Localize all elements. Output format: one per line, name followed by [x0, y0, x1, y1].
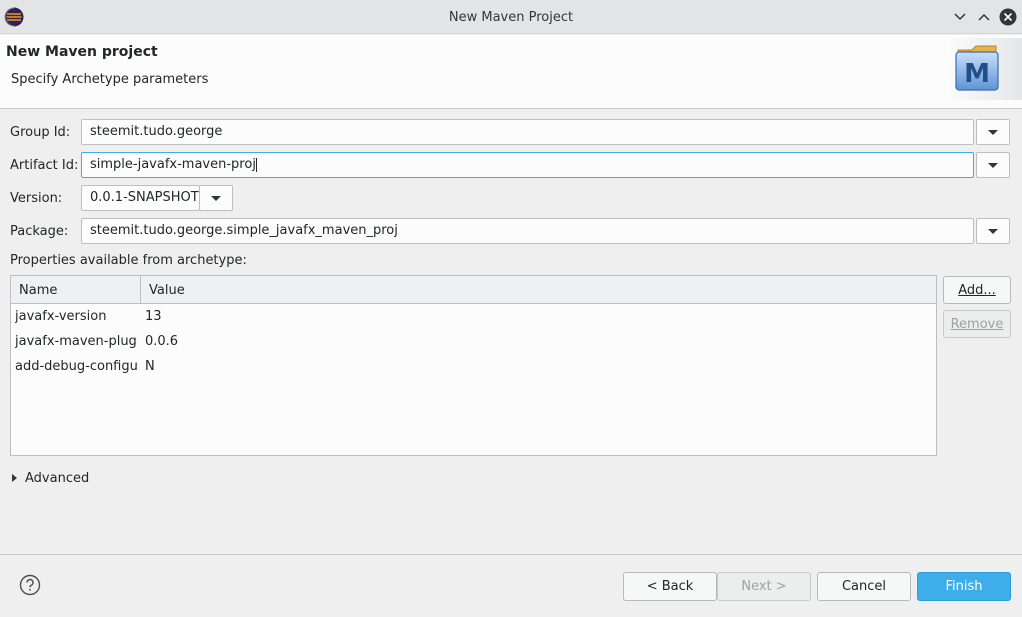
package-label: Package: [10, 224, 69, 239]
close-icon [999, 8, 1017, 26]
group-id-input[interactable]: steemit.tudo.george [81, 119, 974, 145]
chevron-down-icon [954, 13, 966, 21]
package-input[interactable]: steemit.tudo.george.simple_javafx_maven_… [81, 218, 974, 244]
expand-arrow-icon[interactable] [12, 474, 17, 482]
minimize-button[interactable] [951, 8, 969, 26]
chevron-up-icon [978, 13, 990, 21]
chevron-down-icon [988, 129, 998, 135]
version-label: Version: [10, 191, 63, 206]
next-button[interactable]: Next > [717, 572, 811, 601]
table-row-value[interactable]: 0.0.6 [145, 334, 178, 349]
wizard-subtitle: Specify Archetype parameters [11, 72, 209, 87]
group-id-dropdown-button[interactable] [976, 119, 1010, 145]
remove-property-button[interactable]: Remove [943, 310, 1011, 338]
svg-text:M: M [964, 59, 990, 89]
maven-logo-icon: M [946, 38, 1022, 100]
artifact-id-value: simple-javafx-maven-proj [90, 157, 256, 172]
wizard-title: New Maven project [6, 44, 158, 60]
group-id-label: Group Id: [10, 125, 71, 140]
chevron-down-icon [211, 195, 221, 201]
table-row-value[interactable]: 13 [145, 309, 162, 324]
version-dropdown-button[interactable] [199, 185, 233, 211]
table-row-name[interactable]: add-debug-configuration [15, 359, 138, 374]
back-button[interactable]: < Back [623, 572, 717, 601]
version-combobox[interactable]: 0.0.1-SNAPSHOT [81, 185, 200, 211]
close-button[interactable] [999, 8, 1017, 26]
finish-button[interactable]: Finish [917, 572, 1011, 601]
column-header-name[interactable]: Name [19, 283, 57, 298]
artifact-id-label: Artifact Id: [10, 158, 79, 173]
question-mark-icon [19, 574, 41, 596]
artifact-id-input[interactable]: simple-javafx-maven-proj [81, 152, 974, 178]
footer-separator [0, 554, 1022, 555]
add-property-button[interactable]: Add... [943, 276, 1011, 304]
chevron-down-icon [988, 162, 998, 168]
column-divider[interactable] [140, 276, 141, 303]
text-cursor [255, 157, 257, 172]
table-row-name[interactable]: javafx-version [15, 309, 138, 324]
advanced-section-toggle[interactable]: Advanced [25, 471, 89, 486]
maximize-button[interactable] [975, 8, 993, 26]
help-button[interactable] [19, 574, 41, 596]
column-header-value[interactable]: Value [149, 283, 185, 298]
package-dropdown-button[interactable] [976, 218, 1010, 244]
properties-label: Properties available from archetype: [10, 253, 247, 268]
window-title: New Maven Project [448, 10, 574, 25]
chevron-down-icon [988, 228, 998, 234]
artifact-id-dropdown-button[interactable] [976, 152, 1010, 178]
cancel-button[interactable]: Cancel [817, 572, 911, 601]
table-row-value[interactable]: N [145, 359, 155, 374]
table-row-name[interactable]: javafx-maven-plugin [15, 334, 138, 349]
